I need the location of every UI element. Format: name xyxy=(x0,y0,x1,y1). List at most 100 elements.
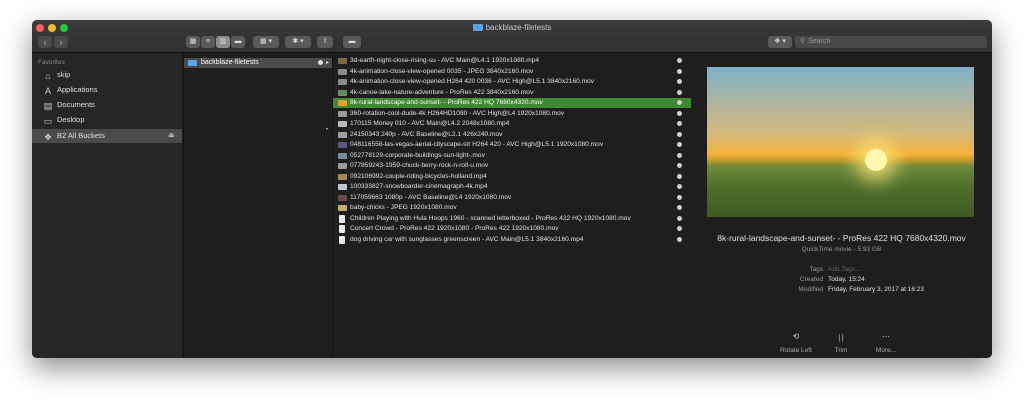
file-row[interactable]: 4k-animation-close-view-opened 0035 - JP… xyxy=(333,67,691,77)
sidebar: Favorites ⌂ skip A Applications ▤ Docume… xyxy=(32,53,182,358)
folder-icon xyxy=(188,60,197,66)
search-icon: ⚲ xyxy=(800,38,806,45)
sidebar-item-desktop[interactable]: ▭ Desktop xyxy=(32,113,182,127)
add-tags-field[interactable]: Add Tags… xyxy=(828,265,861,275)
list-view-button[interactable]: ≡ xyxy=(201,36,215,48)
group-button[interactable]: ▦ ▾ xyxy=(253,36,279,48)
sync-status-icon xyxy=(677,194,682,200)
file-name: Children Playing with Hula Hoops 1960 - … xyxy=(350,214,631,222)
file-row[interactable]: 077859243-1959-chuck-berry-rock-n-roll-u… xyxy=(333,161,691,171)
sync-status-icon xyxy=(677,121,682,126)
sync-status-icon xyxy=(677,226,682,231)
sun-glow xyxy=(865,149,887,171)
more-button[interactable]: ⋯ More... xyxy=(861,332,911,354)
trim-icon: ⸡⸠ xyxy=(836,333,846,342)
file-row[interactable]: 048116558-las-vegas-aerial-cityscape-str… xyxy=(333,140,691,150)
file-name: dog driving car with sunglasses greenscr… xyxy=(350,235,584,243)
folder-row-backblaze-filetests[interactable]: backblaze-filetests ▸ xyxy=(184,58,332,68)
dropbox-menu-button[interactable]: ❖ ▾ xyxy=(768,36,792,48)
preview-pane: 8k-rural-landscape-and-sunset- - ProRes … xyxy=(691,53,992,358)
file-row[interactable]: dog driving car with sunglasses greenscr… xyxy=(333,235,691,245)
preview-thumbnail xyxy=(707,67,974,217)
video-thumbnail-icon xyxy=(338,184,347,190)
sidebar-item-label: B2 All Buckets xyxy=(57,131,105,140)
rotate-left-button[interactable]: ⟲ Rotate Left xyxy=(771,332,821,354)
sync-status-icon xyxy=(677,100,682,105)
file-row[interactable]: 3d-earth-night-close-rising-su - AVC Mai… xyxy=(333,56,691,66)
file-name: 170115 Money 010 - AVC Main@L4.2 2048x10… xyxy=(350,120,510,127)
finder-window: backblaze-filetests ‹ › ▦ ≡ ▥ ▬ ▦ ▾ ✱ ▾ … xyxy=(32,20,992,358)
meta-key: Tags xyxy=(809,266,823,273)
file-name: Concert Crowd - ProRes 422 1920x1080 - P… xyxy=(350,225,559,232)
meta-key: Created xyxy=(799,276,823,283)
sidebar-item-label: Documents xyxy=(57,100,95,109)
video-thumbnail-icon xyxy=(338,163,347,169)
file-name: 8k-rural-landscape-and-sunset- - ProRes … xyxy=(350,99,543,106)
column-view-button[interactable]: ▥ xyxy=(216,36,230,48)
sidebar-item-skip[interactable]: ⌂ skip xyxy=(32,68,182,82)
file-row[interactable]: 052778129-corporate-buildings-sun-light-… xyxy=(333,151,691,161)
meta-key: Modified xyxy=(798,286,823,293)
dropbox-icon: ❖ xyxy=(43,132,53,142)
video-thumbnail-icon xyxy=(338,142,347,148)
eject-icon[interactable]: ⏏ xyxy=(168,129,175,143)
tags-button[interactable]: ▬ xyxy=(343,36,361,48)
sidebar-item-label: Applications xyxy=(57,85,98,94)
video-thumbnail-icon xyxy=(338,205,347,211)
disclosure-arrow-icon: ▸ xyxy=(326,126,329,132)
video-thumbnail-icon xyxy=(338,68,347,75)
document-icon xyxy=(339,225,345,233)
sidebar-item-b2-all-buckets[interactable]: ❖ B2 All Buckets ⏏ xyxy=(32,129,182,143)
sync-status-icon xyxy=(677,142,682,147)
sync-status-icon xyxy=(677,215,682,221)
action-label: Rotate Left xyxy=(780,347,812,354)
back-button[interactable]: ‹ xyxy=(38,36,52,48)
video-thumbnail-icon xyxy=(338,100,347,106)
video-thumbnail-icon xyxy=(338,152,347,159)
file-row[interactable]: 100333827-snowboarder-cinemagraph-4k.mp4 xyxy=(333,182,691,192)
action-gear-button[interactable]: ✱ ▾ xyxy=(285,36,311,48)
file-row[interactable]: Children Playing with Hula Hoops 1960 - … xyxy=(333,214,691,224)
action-label: More... xyxy=(875,347,897,354)
file-name: 3d-earth-night-close-rising-su - AVC Mai… xyxy=(350,57,540,64)
folder-name: backblaze-filetests xyxy=(201,59,259,66)
file-name: 24150343 240p - AVC Baseline@L2.1 426x24… xyxy=(350,130,503,138)
search-field[interactable]: ⚲ Search xyxy=(795,36,987,48)
sync-status-icon xyxy=(677,89,682,95)
share-button[interactable]: ⇪ xyxy=(317,36,333,48)
file-name: 048116558-las-vegas-aerial-cityscape-str… xyxy=(350,141,604,148)
sync-status-icon xyxy=(677,173,682,179)
document-icon xyxy=(339,235,345,244)
file-row[interactable]: Concert Crowd - ProRes 422 1920x1080 - P… xyxy=(333,224,691,234)
file-row[interactable]: 8k-rural-landscape-and-sunset- - ProRes … xyxy=(333,98,691,108)
trim-button[interactable]: ⸡⸠ Trim xyxy=(816,333,866,354)
file-row[interactable]: 117059663 1080p - AVC Baseline@L4 1920x1… xyxy=(333,193,691,203)
column-1: backblaze-filetests ▸ xyxy=(183,53,332,358)
video-thumbnail-icon xyxy=(338,79,347,85)
sidebar-item-applications[interactable]: A Applications xyxy=(32,83,182,97)
sync-status-icon xyxy=(677,131,682,137)
sync-status-icon xyxy=(318,60,323,65)
file-name: baby-chicks - JPEG 1920x1080.mov xyxy=(350,204,457,211)
file-name: 117059663 1080p - AVC Baseline@L4 1920x1… xyxy=(350,193,512,201)
gallery-view-button[interactable]: ▬ xyxy=(231,36,245,48)
disclosure-arrow-icon: ▸ xyxy=(326,60,330,66)
preview-kind-size: QuickTime movie - 5.93 GB xyxy=(801,246,882,253)
sync-status-icon xyxy=(677,236,682,242)
file-row[interactable]: baby-chicks - JPEG 1920x1080.mov xyxy=(333,203,691,213)
forward-button[interactable]: › xyxy=(54,36,68,48)
file-row[interactable]: 4k-canoe-lake-nature-adventure - ProRes … xyxy=(333,88,691,98)
sidebar-heading: Favorites xyxy=(38,59,65,66)
icon-view-button[interactable]: ▦ xyxy=(186,36,200,48)
file-row[interactable]: 4k-animation-close-view-opened H264 420 … xyxy=(333,77,691,87)
documents-icon: ▤ xyxy=(43,101,53,111)
sidebar-item-documents[interactable]: ▤ Documents xyxy=(32,98,182,112)
home-icon: ⌂ xyxy=(45,71,51,81)
file-row[interactable]: 360-rotation-cool-dude-4k H264HD1080 - A… xyxy=(333,109,691,119)
file-row[interactable]: 24150343 240p - AVC Baseline@L2.1 426x24… xyxy=(333,130,691,140)
sync-status-icon xyxy=(677,58,682,63)
video-thumbnail-icon xyxy=(338,194,347,201)
file-row[interactable]: 170115 Money 010 - AVC Main@L4.2 2048x10… xyxy=(333,119,691,129)
file-name: 092106992-couple-riding-bicycles-holland… xyxy=(350,172,487,180)
file-row[interactable]: 092106992-couple-riding-bicycles-holland… xyxy=(333,172,691,182)
